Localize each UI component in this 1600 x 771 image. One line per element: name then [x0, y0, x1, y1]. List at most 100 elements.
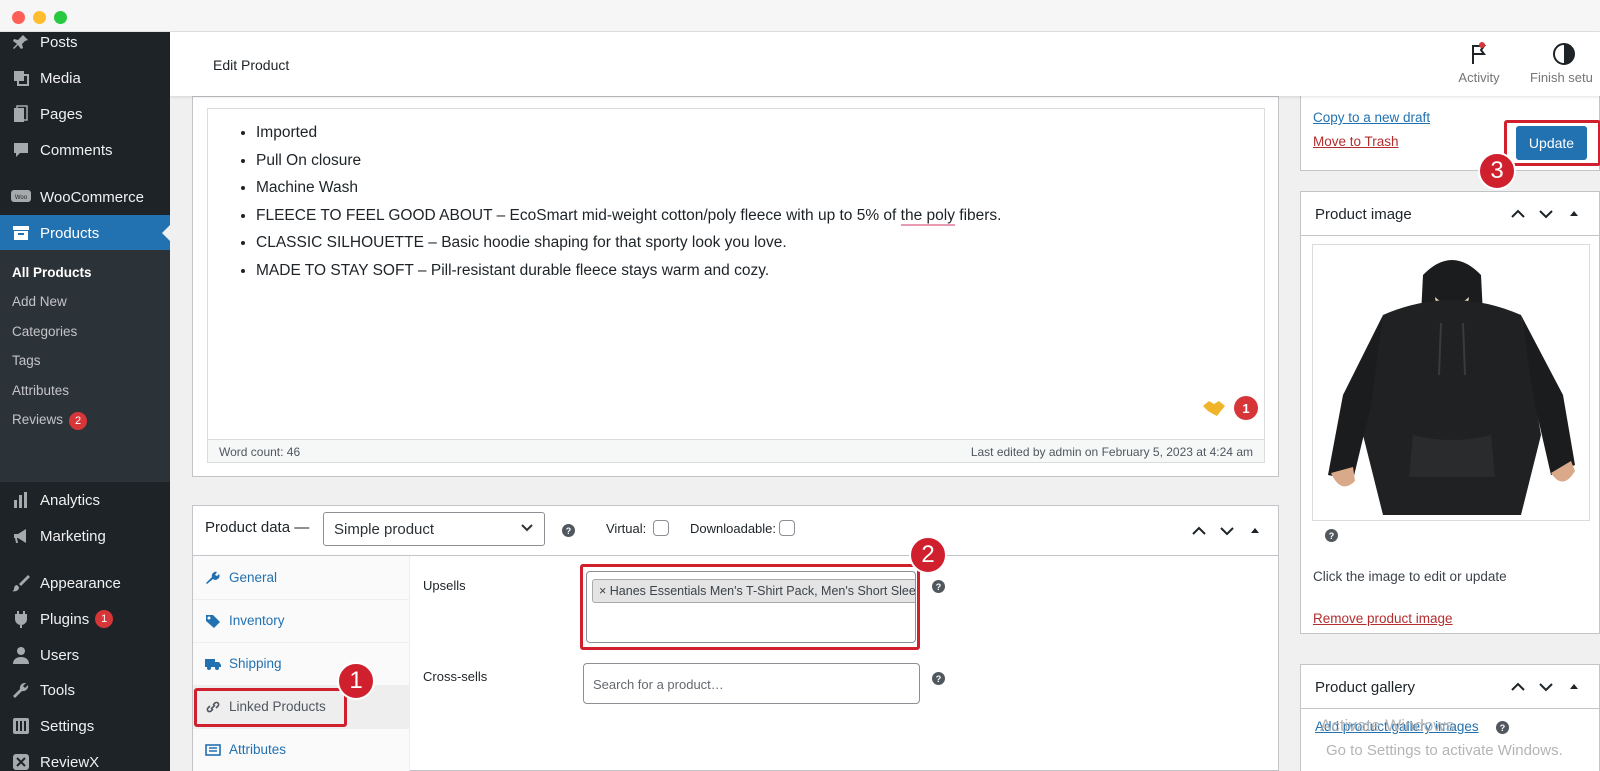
- product-image-header: Product image: [1301, 192, 1599, 236]
- annotation-number-3: 3: [1478, 152, 1516, 190]
- remove-product-image-link[interactable]: Remove product image: [1313, 611, 1453, 626]
- downloadable-label: Downloadable:: [690, 521, 777, 536]
- move-up-icon[interactable]: [1190, 522, 1208, 540]
- sidebar-item-woocommerce[interactable]: Woo WooCommerce: [0, 179, 170, 215]
- sidebar-item-comments[interactable]: Comments: [0, 132, 170, 168]
- minimize-window-button[interactable]: [33, 11, 46, 24]
- sidebar-item-plugins[interactable]: Plugins 1: [0, 601, 170, 637]
- page-icon: [10, 104, 32, 124]
- page-title: Edit Product: [213, 57, 290, 73]
- move-up-icon[interactable]: [1509, 205, 1527, 223]
- tab-inventory[interactable]: Inventory: [193, 599, 410, 643]
- submenu-reviews[interactable]: Reviews 2: [12, 412, 88, 430]
- submenu-add-new[interactable]: Add New: [12, 294, 67, 309]
- submenu-all-products[interactable]: All Products: [12, 265, 92, 280]
- svg-text:Woo: Woo: [15, 195, 28, 201]
- misspelled-word[interactable]: the poly: [900, 206, 955, 226]
- chevron-down-icon: [521, 524, 533, 532]
- last-edited: Last edited by admin on February 5, 2023…: [970, 445, 1253, 459]
- products-submenu: All Products Add New Categories Tags Att…: [0, 250, 170, 482]
- sidebar-item-tools[interactable]: Tools: [0, 672, 170, 708]
- description-bullet-list: Imported Pull On closure Machine Wash FL…: [256, 119, 1001, 284]
- editor-toolbar: [207, 97, 1265, 109]
- top-header: Edit Product Activity Finish setu: [170, 32, 1600, 96]
- product-description-editor: Imported Pull On closure Machine Wash FL…: [192, 96, 1279, 477]
- upsells-label: Upsells: [423, 578, 466, 593]
- wrench-icon: [206, 571, 220, 584]
- sidebar-item-appearance[interactable]: Appearance: [0, 565, 170, 601]
- sidebar-item-pages[interactable]: Pages: [0, 96, 170, 132]
- move-up-icon[interactable]: [1509, 678, 1527, 696]
- editor-status-bar: Word count: 46 Last edited by admin on F…: [207, 439, 1265, 463]
- move-down-icon[interactable]: [1218, 522, 1236, 540]
- sidebar-item-products[interactable]: Products: [0, 215, 170, 251]
- image-edit-hint: Click the image to edit or update: [1313, 569, 1507, 584]
- tab-shipping[interactable]: Shipping: [193, 642, 410, 686]
- annotation-box-upsells: [580, 564, 920, 650]
- gallery-help-icon[interactable]: ?: [1496, 721, 1509, 734]
- cross-sells-search-input[interactable]: Search for a product…: [583, 663, 920, 704]
- tag-icon: [206, 614, 220, 628]
- product-image-title: Product image: [1315, 206, 1412, 223]
- editor-content-area[interactable]: Imported Pull On closure Machine Wash FL…: [207, 109, 1265, 439]
- flag-icon: [1472, 42, 1486, 64]
- annotation-number-1: 1: [337, 662, 375, 700]
- sidebar-item-posts[interactable]: Posts: [0, 32, 170, 60]
- maximize-window-button[interactable]: [54, 11, 67, 24]
- collapse-triangle-icon[interactable]: [1565, 678, 1583, 696]
- sidebar-item-marketing[interactable]: Marketing: [0, 518, 170, 554]
- annotation-box-update: [1504, 120, 1600, 166]
- collapse-triangle-icon[interactable]: [1565, 205, 1583, 223]
- close-window-button[interactable]: [12, 11, 25, 24]
- submenu-attributes[interactable]: Attributes: [12, 383, 69, 398]
- grammarly-hand-icon[interactable]: [1202, 398, 1226, 418]
- product-image[interactable]: [1312, 244, 1590, 521]
- bar-chart-icon: [10, 490, 32, 510]
- copy-to-draft-link[interactable]: Copy to a new draft: [1313, 110, 1430, 125]
- grammar-issue-badge[interactable]: 1: [1234, 396, 1258, 420]
- sidebar-item-reviewx[interactable]: ReviewX: [0, 744, 170, 771]
- image-help-icon[interactable]: ?: [1325, 529, 1338, 542]
- list-item: FLEECE TO FEEL GOOD ABOUT – EcoSmart mid…: [256, 202, 1001, 230]
- window-titlebar: [0, 0, 1600, 32]
- move-down-icon[interactable]: [1537, 205, 1555, 223]
- woo-icon: Woo: [10, 187, 32, 207]
- activity-button[interactable]: Activity: [1449, 42, 1509, 85]
- tab-general[interactable]: General: [193, 556, 410, 600]
- wrench-icon: [10, 680, 32, 700]
- move-to-trash-link[interactable]: Move to Trash: [1313, 134, 1399, 149]
- virtual-checkbox[interactable]: [653, 520, 669, 536]
- list-item: Machine Wash: [256, 174, 1001, 202]
- help-icon[interactable]: ?: [562, 524, 575, 537]
- sidebar-item-settings[interactable]: Settings: [0, 708, 170, 744]
- downloadable-checkbox[interactable]: [779, 520, 795, 536]
- half-circle-icon: [1553, 43, 1575, 65]
- settings-icon: [10, 716, 32, 736]
- pin-icon: [10, 32, 32, 52]
- submenu-categories[interactable]: Categories: [12, 324, 77, 339]
- tab-attributes[interactable]: Attributes: [193, 728, 410, 771]
- sidebar-item-users[interactable]: Users: [0, 637, 170, 673]
- plugins-count-badge: 1: [95, 610, 114, 628]
- activate-windows-watermark: Activate Windows: [1320, 716, 1455, 735]
- cross-sells-help-icon[interactable]: ?: [932, 672, 945, 685]
- finish-setup-button[interactable]: Finish setu: [1530, 42, 1600, 85]
- list-icon: [205, 743, 221, 756]
- list-item: MADE TO STAY SOFT – Pill-resistant durab…: [256, 257, 1001, 285]
- sidebar-item-analytics[interactable]: Analytics: [0, 482, 170, 518]
- virtual-label: Virtual:: [606, 521, 647, 536]
- paintbrush-icon: [10, 573, 32, 593]
- product-data-title: Product data —: [205, 519, 310, 536]
- comment-icon: [10, 140, 32, 160]
- media-icon: [10, 68, 32, 88]
- product-data-header: Product data — Simple product ? Virtual:…: [193, 506, 1278, 556]
- move-down-icon[interactable]: [1537, 678, 1555, 696]
- sidebar-item-media[interactable]: Media: [0, 60, 170, 96]
- plug-icon: [10, 609, 32, 629]
- list-item: Imported: [256, 119, 1001, 147]
- upsells-help-icon[interactable]: ?: [932, 580, 945, 593]
- collapse-triangle-icon[interactable]: [1246, 522, 1264, 540]
- user-icon: [10, 645, 32, 665]
- submenu-tags[interactable]: Tags: [12, 353, 41, 368]
- product-type-select[interactable]: Simple product: [323, 512, 545, 546]
